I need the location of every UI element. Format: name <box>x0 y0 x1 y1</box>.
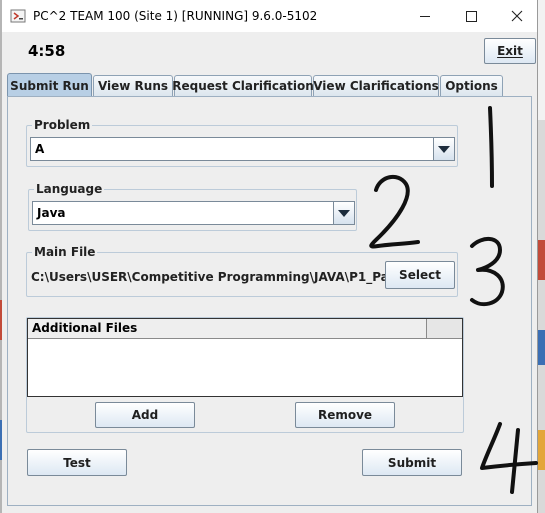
minimize-icon <box>420 15 430 17</box>
dropdown-arrow-icon[interactable] <box>433 138 454 160</box>
maximize-icon <box>465 10 477 22</box>
add-button-label: Add <box>131 408 159 422</box>
remove-file-button[interactable]: Remove <box>295 402 395 428</box>
submit-button-label: Submit <box>387 455 437 470</box>
submit-button[interactable]: Submit <box>362 449 462 476</box>
select-file-button[interactable]: Select <box>385 261 455 289</box>
language-select[interactable]: Java <box>32 201 355 225</box>
remaining-time: 4:58 <box>28 42 66 60</box>
language-value: Java <box>37 206 66 220</box>
table-header: Additional Files <box>28 319 462 339</box>
tab-options[interactable]: Options <box>440 75 503 96</box>
main-file-group: Main File C:\Users\USER\Competitive Prog… <box>26 245 458 297</box>
app-icon <box>10 9 26 23</box>
dropdown-arrow-icon[interactable] <box>333 202 354 224</box>
tab-view-runs[interactable]: View Runs <box>93 75 173 96</box>
problem-label: Problem <box>32 118 93 132</box>
exit-button-label: Exit <box>497 44 523 58</box>
additional-files-group: Additional Files Add Remove <box>26 317 464 433</box>
main-file-label: Main File <box>32 245 98 259</box>
submit-run-panel: Problem A Language Java Main File C:\Use… <box>7 96 532 506</box>
exit-button[interactable]: Exit <box>484 38 536 64</box>
main-file-path: C:\Users\USER\Competitive Programming\JA… <box>31 270 442 284</box>
additional-files-header: Additional Files <box>28 319 427 338</box>
tab-request-clarification[interactable]: Request Clarification <box>172 75 314 96</box>
tab-view-clarifications[interactable]: View Clarifications <box>313 75 439 96</box>
problem-select[interactable]: A <box>30 137 455 161</box>
remove-button-label: Remove <box>317 408 373 422</box>
problem-value: A <box>35 142 45 156</box>
table-header-corner <box>427 319 462 338</box>
add-file-button[interactable]: Add <box>95 402 195 428</box>
pc2-window: PC^2 TEAM 100 (Site 1) [RUNNING] 9.6.0-5… <box>2 0 538 513</box>
language-group: Language Java <box>28 182 357 231</box>
test-button[interactable]: Test <box>27 449 127 476</box>
problem-group: Problem A <box>26 118 458 167</box>
tab-submit-run[interactable]: Submit Run <box>7 73 92 97</box>
close-icon <box>511 10 523 22</box>
maximize-button[interactable] <box>448 0 494 32</box>
additional-files-table[interactable]: Additional Files <box>27 318 463 397</box>
title-bar: PC^2 TEAM 100 (Site 1) [RUNNING] 9.6.0-5… <box>2 0 537 32</box>
test-button-label: Test <box>63 455 91 470</box>
minimize-button[interactable] <box>402 0 448 32</box>
select-button-label: Select <box>399 268 441 282</box>
close-button[interactable] <box>494 0 540 32</box>
window-title: PC^2 TEAM 100 (Site 1) [RUNNING] 9.6.0-5… <box>33 9 318 23</box>
desktop-edge-right <box>537 0 545 513</box>
language-label: Language <box>34 182 105 196</box>
